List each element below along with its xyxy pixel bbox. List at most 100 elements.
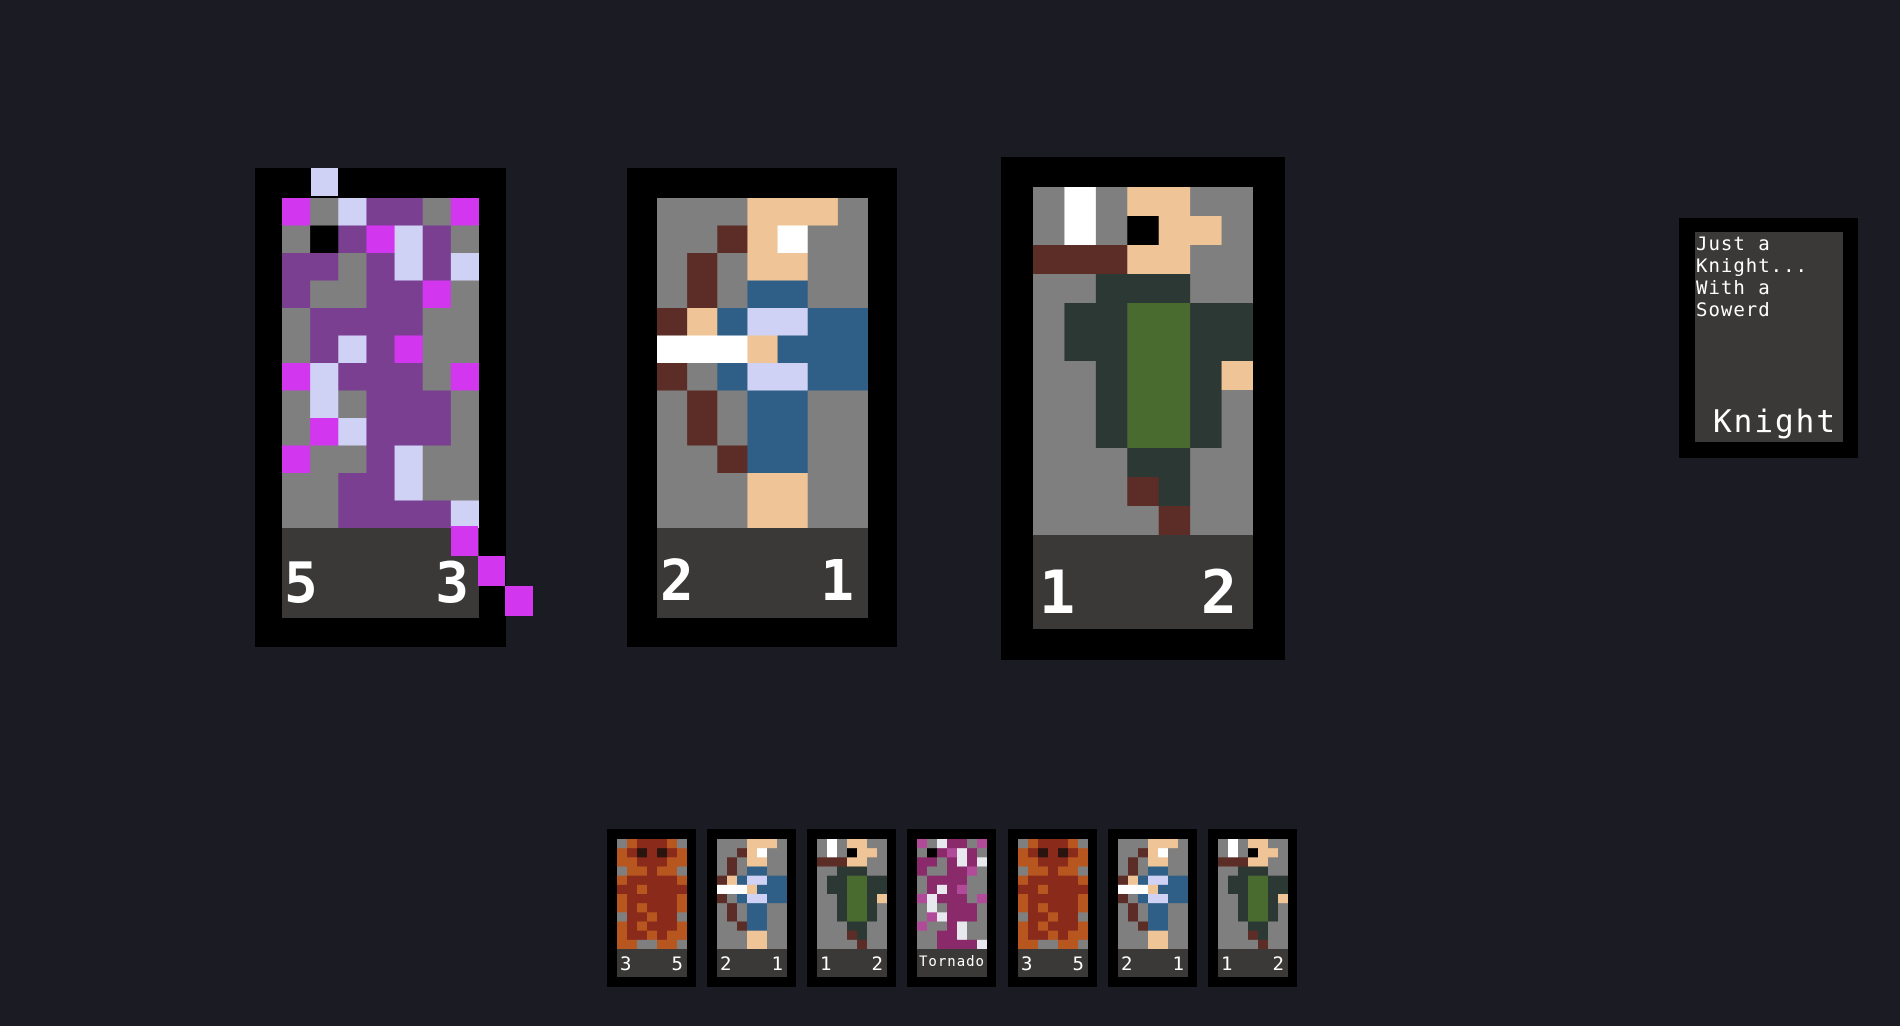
pixel bbox=[927, 866, 938, 877]
pixel bbox=[1158, 332, 1191, 362]
pixel bbox=[647, 848, 658, 858]
pixel bbox=[717, 930, 728, 941]
pixel bbox=[1148, 848, 1159, 858]
board-card-knight[interactable]: 1 2 bbox=[1001, 157, 1285, 660]
hand-card-knight[interactable]: 12 bbox=[1208, 829, 1297, 987]
pixel bbox=[757, 866, 768, 877]
knight-art bbox=[817, 839, 887, 949]
pixel bbox=[647, 912, 658, 922]
pixel bbox=[917, 930, 928, 941]
pixel bbox=[967, 848, 978, 858]
board-card-archer[interactable]: 2 1 bbox=[627, 168, 897, 647]
pixel bbox=[627, 903, 638, 913]
pixel bbox=[837, 198, 868, 226]
pixel bbox=[1038, 866, 1049, 877]
pixel bbox=[1228, 848, 1239, 858]
pixel bbox=[1190, 303, 1223, 333]
hand-card-knight[interactable]: 12 bbox=[807, 829, 896, 987]
pixel bbox=[927, 903, 938, 913]
pixel bbox=[1068, 921, 1079, 932]
pixel bbox=[1064, 303, 1097, 333]
pixel bbox=[667, 912, 678, 922]
pixel bbox=[1168, 894, 1179, 904]
pixel bbox=[837, 875, 848, 886]
pixel bbox=[1118, 884, 1129, 895]
pixel bbox=[1221, 274, 1253, 304]
pixel bbox=[917, 875, 928, 886]
pixel bbox=[1138, 866, 1149, 877]
pixel bbox=[1190, 419, 1223, 449]
pixel bbox=[827, 839, 838, 849]
pixel bbox=[1168, 839, 1179, 849]
pixel bbox=[847, 866, 858, 877]
pixel bbox=[1048, 939, 1059, 949]
defense-value: 2 bbox=[1200, 558, 1237, 628]
pixel bbox=[1258, 857, 1269, 867]
pixel bbox=[1221, 419, 1253, 449]
pixel bbox=[1248, 857, 1259, 867]
pixel bbox=[1038, 857, 1049, 867]
pixel bbox=[1138, 939, 1149, 949]
stat-bar: 1 2 bbox=[1033, 535, 1253, 629]
pixel bbox=[727, 839, 738, 849]
pixel bbox=[1178, 857, 1188, 867]
pixel bbox=[847, 884, 858, 895]
pixel bbox=[1190, 216, 1223, 246]
pixel bbox=[957, 939, 968, 949]
pixel bbox=[1038, 875, 1049, 886]
pixel bbox=[917, 884, 928, 895]
pixel bbox=[667, 866, 678, 877]
pixel bbox=[957, 848, 968, 858]
pixel bbox=[717, 912, 728, 922]
pixel bbox=[1078, 921, 1088, 932]
pixel bbox=[1221, 216, 1253, 246]
pixel bbox=[687, 308, 718, 336]
pixel bbox=[1238, 912, 1249, 922]
pixel bbox=[1038, 903, 1049, 913]
pixel bbox=[1068, 912, 1079, 922]
pixel bbox=[937, 921, 948, 932]
pixel bbox=[747, 903, 758, 913]
pixel bbox=[647, 930, 658, 941]
pixel bbox=[657, 473, 688, 501]
pixel bbox=[1268, 875, 1279, 886]
hand-card-bear[interactable]: 35 bbox=[607, 829, 696, 987]
pixel bbox=[747, 857, 758, 867]
pixel bbox=[657, 253, 688, 281]
pixel bbox=[807, 418, 839, 446]
pixel bbox=[657, 912, 668, 922]
pixel bbox=[1278, 912, 1288, 922]
hand-card-tornado[interactable]: Tornado bbox=[907, 829, 996, 987]
pixel bbox=[857, 903, 868, 913]
pixel bbox=[637, 839, 648, 849]
pixel bbox=[847, 848, 858, 858]
pixel bbox=[777, 308, 809, 336]
pixel bbox=[807, 445, 839, 474]
pixel bbox=[967, 839, 978, 849]
pixel bbox=[1228, 912, 1239, 922]
pixel bbox=[1178, 866, 1188, 877]
pixel bbox=[837, 839, 848, 849]
pixel bbox=[1158, 448, 1191, 478]
pixel bbox=[1168, 939, 1179, 949]
pixel bbox=[657, 884, 668, 895]
pixel bbox=[1078, 903, 1088, 913]
pixel bbox=[1228, 875, 1239, 886]
hand-card-archer[interactable]: 21 bbox=[1108, 829, 1197, 987]
pixel bbox=[717, 894, 728, 904]
pixel bbox=[1248, 839, 1259, 849]
pixel bbox=[1148, 903, 1159, 913]
pixel bbox=[1018, 884, 1029, 895]
pixel bbox=[977, 866, 987, 877]
hand-card-archer[interactable]: 21 bbox=[707, 829, 796, 987]
pixel bbox=[687, 418, 718, 446]
pixel bbox=[947, 894, 958, 904]
pixel bbox=[1158, 506, 1191, 535]
hand-card-bear[interactable]: 35 bbox=[1008, 829, 1097, 987]
pixel bbox=[1018, 903, 1029, 913]
pixel bbox=[1028, 857, 1039, 867]
pixel bbox=[777, 418, 809, 446]
pixel bbox=[1018, 930, 1029, 941]
pixel bbox=[1128, 912, 1139, 922]
pixel bbox=[1118, 848, 1129, 858]
